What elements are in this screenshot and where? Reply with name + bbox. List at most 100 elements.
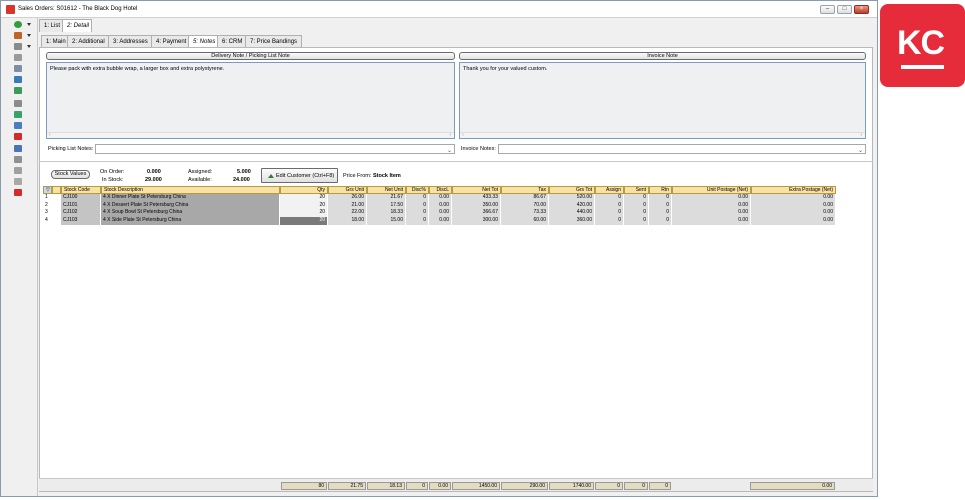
total-discl: 0.00: [429, 482, 451, 490]
column-header-qty[interactable]: Qty: [280, 186, 328, 194]
stock-values-button[interactable]: Stock Values: [51, 170, 90, 179]
process-icon[interactable]: [14, 122, 22, 129]
assigned-value: 5.000: [237, 169, 251, 175]
kc-logo-text: KC: [897, 24, 945, 62]
chevron-down-icon[interactable]: ⌄: [447, 147, 452, 154]
column-header-row-num[interactable]: ▽: [43, 186, 52, 194]
in-stock-label: In Stock:: [102, 177, 124, 183]
section-divider: [39, 161, 873, 162]
cell-stock-description[interactable]: 4 X Side Plate St Petersburg China: [101, 216, 280, 225]
cell-disc-pct[interactable]: 0: [406, 216, 429, 225]
invoice-note-text: Thank you for your valued custom.: [463, 66, 548, 72]
delivery-note-text: Please pack with extra bubble wrap, a la…: [50, 66, 225, 72]
edit-customer-button[interactable]: Edit Customer (Ctrl+F8): [261, 168, 338, 183]
minimize-button[interactable]: –: [820, 5, 835, 14]
cell-net-unit[interactable]: 15.00: [367, 216, 406, 225]
column-header-sent[interactable]: Sent: [624, 186, 649, 194]
delivery-note-hscroll[interactable]: ‹ ›: [47, 132, 454, 138]
copy-dropdown-arrow[interactable]: [27, 45, 31, 48]
filter-icon[interactable]: [14, 54, 22, 61]
edit-icon[interactable]: [14, 32, 22, 39]
filter-icon[interactable]: ▽: [46, 187, 50, 193]
add-dropdown-arrow[interactable]: [27, 23, 31, 26]
invoice-note-hscroll[interactable]: ‹ ›: [460, 132, 865, 138]
export-icon[interactable]: [14, 87, 22, 94]
column-header-extra-postage[interactable]: Extra Postage (Net): [751, 186, 836, 194]
column-header-row-flag[interactable]: [52, 186, 61, 194]
title-bar: Sales Orders: S01612 - The Black Dog Hot…: [1, 1, 877, 18]
column-header-stock-description[interactable]: Stock Description: [101, 186, 280, 194]
side-toolbar: [1, 18, 38, 496]
picking-list-notes-combo[interactable]: ⌄: [95, 144, 455, 154]
cell-discl[interactable]: 0.00: [429, 216, 452, 225]
total-qty: 80: [281, 482, 327, 490]
total-rtn: 0: [649, 482, 671, 490]
cell-grs-unit[interactable]: 18.00: [328, 216, 367, 225]
cell-tax[interactable]: 60.00: [501, 216, 549, 225]
cell-unit-postage[interactable]: 0.00: [672, 216, 751, 225]
column-header-discl[interactable]: DiscL: [429, 186, 452, 194]
maximize-button[interactable]: □: [837, 5, 852, 14]
invoice-note-textarea[interactable]: Thank you for your valued custom. ‹ ›: [459, 62, 866, 139]
cell-net-tot[interactable]: 300.00: [452, 216, 501, 225]
delete-icon[interactable]: [14, 133, 22, 140]
scroll-right-icon[interactable]: ›: [449, 132, 451, 138]
edit-customer-label: Edit Customer (Ctrl+F8): [276, 173, 335, 179]
cell-qty[interactable]: 20: [280, 216, 328, 225]
close-icon[interactable]: [14, 189, 22, 196]
copy-icon[interactable]: [14, 43, 22, 50]
delivery-note-header: Delivery Note / Picking List Note: [46, 52, 455, 60]
total-assign: 0: [595, 482, 623, 490]
tab-payment[interactable]: 4: Payment: [151, 35, 189, 47]
tab-notes[interactable]: 5: Notes: [188, 35, 218, 47]
column-header-net-unit[interactable]: Net Unit: [367, 186, 406, 194]
total-net-tot: 1450.00: [452, 482, 500, 490]
invoice-notes-combo[interactable]: ⌄: [498, 144, 866, 154]
cell-grs-tot[interactable]: 360.00: [549, 216, 595, 225]
tab-main[interactable]: 1: Main: [41, 35, 68, 47]
scroll-left-icon[interactable]: ‹: [49, 132, 51, 138]
available-value: 24.000: [233, 177, 250, 183]
import-icon[interactable]: [14, 76, 22, 83]
column-header-disc-pct[interactable]: Disc%: [406, 186, 429, 194]
tab-list[interactable]: 1: List: [39, 19, 63, 32]
cell-assign[interactable]: 0: [595, 216, 624, 225]
cell-stock-code[interactable]: CJ103: [61, 216, 101, 225]
delivery-note-textarea[interactable]: Please pack with extra bubble wrap, a la…: [46, 62, 455, 139]
print-icon[interactable]: [14, 100, 22, 107]
total-extra-postage: 0.00: [750, 482, 835, 490]
attach-icon[interactable]: [14, 111, 22, 118]
cell-sent[interactable]: 0: [624, 216, 649, 225]
column-header-rtn[interactable]: Rtn: [649, 186, 672, 194]
add-icon[interactable]: [14, 21, 22, 28]
chevron-down-icon[interactable]: ⌄: [858, 147, 863, 154]
close-button[interactable]: ×: [854, 5, 869, 14]
column-header-stock-code[interactable]: Stock Code: [61, 186, 101, 194]
tab-addresses[interactable]: 3: Addresses: [108, 35, 152, 47]
scroll-right-icon[interactable]: ›: [860, 132, 862, 138]
cell-row-num[interactable]: 4: [43, 216, 52, 225]
cell-extra-postage[interactable]: 0.00: [751, 216, 836, 225]
price-from-value: Stock Item: [373, 173, 401, 179]
report2-icon[interactable]: [14, 178, 22, 185]
total-grs-unit: 21.75: [328, 482, 366, 490]
list-icon[interactable]: [14, 156, 22, 163]
cell-row-flag[interactable]: [52, 216, 61, 225]
tab-detail[interactable]: 2: Detail: [62, 19, 92, 32]
edit-dropdown-arrow[interactable]: [27, 34, 31, 37]
column-header-unit-postage[interactable]: Unit Postage (Net): [672, 186, 751, 194]
save-icon[interactable]: [14, 145, 22, 152]
column-header-net-tot[interactable]: Net Tot: [452, 186, 501, 194]
back-icon[interactable]: [14, 65, 22, 72]
tab-additional[interactable]: 2: Additional: [67, 35, 109, 47]
report-icon[interactable]: [14, 167, 22, 174]
column-header-grs-tot[interactable]: Grs Tot: [549, 186, 595, 194]
cell-rtn[interactable]: 0: [649, 216, 672, 225]
tab-price-bandings[interactable]: 7: Price Bandings: [245, 35, 302, 47]
tab-crm[interactable]: 6: CRM: [217, 35, 246, 47]
total-net-unit: 18.13: [367, 482, 405, 490]
column-header-assign[interactable]: Assign: [595, 186, 624, 194]
scroll-left-icon[interactable]: ‹: [462, 132, 464, 138]
column-header-tax[interactable]: Tax: [501, 186, 549, 194]
column-header-grs-unit[interactable]: Grs Unit: [328, 186, 367, 194]
